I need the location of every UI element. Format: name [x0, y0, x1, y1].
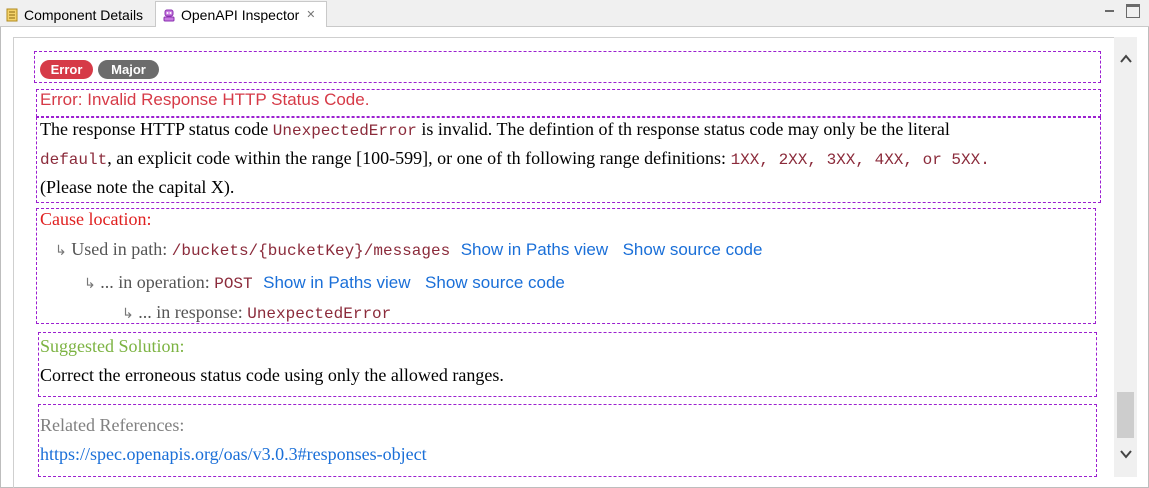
vertical-scrollbar[interactable] [1114, 37, 1137, 477]
level-badge: Major [98, 60, 159, 79]
operation-label: ... in operation: [100, 272, 215, 292]
scrollbar-thumb[interactable] [1117, 392, 1134, 438]
sub-arrow-icon: ↳ [84, 276, 96, 292]
show-source-code-link[interactable]: Show source code [425, 273, 565, 292]
sub-arrow-icon: ↳ [122, 306, 134, 322]
tab-component-details[interactable]: Component Details [0, 2, 155, 27]
error-description-line-1: The response HTTP status code Unexpected… [40, 119, 950, 140]
response-label: ... in response: [138, 302, 248, 322]
references-section [38, 404, 1097, 477]
tab-label: OpenAPI Inspector [181, 6, 300, 23]
scroll-down-icon[interactable] [1119, 447, 1133, 461]
error-description-line-2: default, an explicit code within the ran… [40, 148, 990, 169]
tab-openapi-inspector[interactable]: OpenAPI Inspector ✕ [155, 1, 327, 27]
tab-label: Component Details [24, 6, 144, 23]
show-in-paths-view-link[interactable]: Show in Paths view [461, 240, 608, 259]
path-value: /buckets/{bucketKey}/messages [171, 242, 451, 260]
scroll-up-icon[interactable] [1119, 52, 1133, 66]
solution-text: Correct the erroneous status code using … [40, 365, 504, 385]
tab-bar: Component Details OpenAPI Inspector ✕ [0, 0, 1149, 27]
error-title: Error: Invalid Response HTTP Status Code… [40, 90, 370, 109]
error-description-line-3: (Please note the capital X). [40, 177, 235, 197]
show-in-paths-view-link[interactable]: Show in Paths view [263, 273, 410, 292]
cause-path-row: ↳ Used in path: /buckets/{bucketKey}/mes… [55, 239, 762, 260]
document-icon [6, 8, 18, 21]
maximize-button[interactable] [1126, 4, 1140, 18]
close-icon[interactable]: ✕ [306, 8, 315, 21]
cause-response-row: ↳ ... in response: UnexpectedError [122, 302, 391, 323]
code-value: 1XX, 2XX, 3XX, 4XX, or 5XX. [730, 151, 990, 169]
badges-section [34, 51, 1101, 83]
response-value: UnexpectedError [247, 305, 392, 323]
cause-heading: Cause location: [40, 209, 152, 229]
code-value: UnexpectedError [272, 122, 417, 140]
solution-heading: Suggested Solution: [40, 336, 185, 356]
show-source-code-link[interactable]: Show source code [623, 240, 763, 259]
cause-operation-row: ↳ ... in operation: POST Show in Paths v… [84, 272, 565, 293]
operation-value: POST [214, 275, 253, 293]
reference-link[interactable]: https://spec.openapis.org/oas/v3.0.3#res… [40, 444, 427, 465]
path-label: Used in path: [71, 239, 172, 259]
code-value: default [40, 151, 108, 169]
references-heading: Related References: [40, 415, 185, 435]
openapi-robot-icon [163, 9, 175, 21]
sub-arrow-icon: ↳ [55, 243, 67, 259]
severity-badge: Error [40, 60, 93, 79]
minimize-button[interactable] [1103, 4, 1117, 18]
